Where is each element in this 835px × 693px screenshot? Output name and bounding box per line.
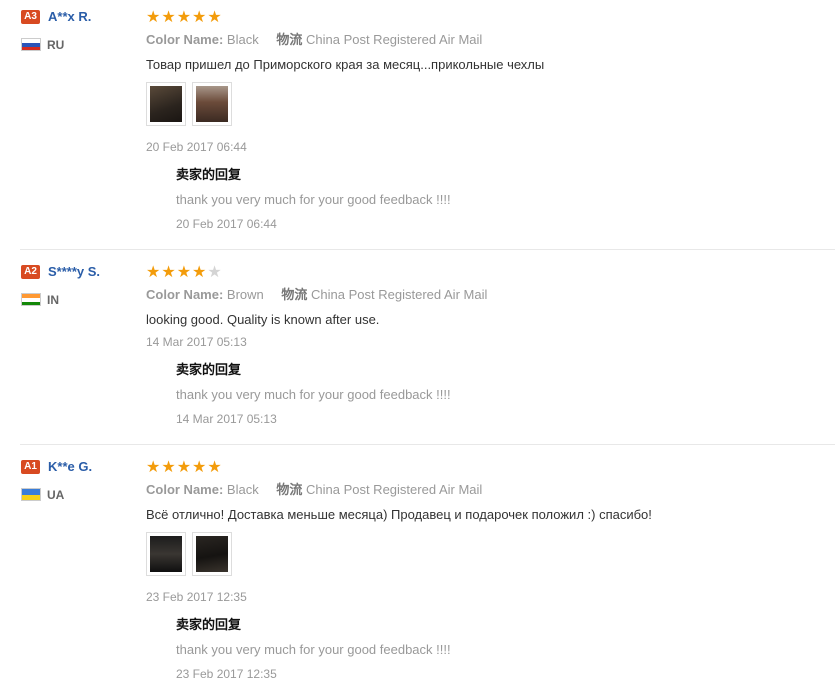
review-date: 20 Feb 2017 06:44 xyxy=(146,140,247,154)
review-photo-thumbnail[interactable] xyxy=(146,532,186,576)
star-rating: ★ ★ ★ ★ ★ xyxy=(146,459,222,475)
buyer-name[interactable]: A**x R. xyxy=(48,9,91,25)
review-photos xyxy=(146,532,232,576)
seller-reply-text: thank you very much for your good feedba… xyxy=(176,192,451,207)
star-filled-icon: ★ xyxy=(192,262,207,281)
star-filled-icon: ★ xyxy=(176,7,192,26)
star-rating: ★ ★ ★ ★ ★ xyxy=(146,9,222,25)
buyer-name[interactable]: S****y S. xyxy=(48,264,100,280)
color-label: Color Name: xyxy=(146,287,224,302)
seller-reply-title: 卖家的回复 xyxy=(176,362,242,377)
order-info: Color Name: Black 物流 China Post Register… xyxy=(146,32,482,48)
shipping-label: 物流 xyxy=(276,482,303,497)
star-filled-icon: ★ xyxy=(146,7,161,26)
shipping-label: 物流 xyxy=(276,32,303,47)
buyer-level-badge: A1 xyxy=(21,460,40,474)
seller-reply-text: thank you very much for your good feedba… xyxy=(176,387,451,402)
review-divider xyxy=(20,444,835,445)
star-filled-icon: ★ xyxy=(207,7,222,26)
order-info: Color Name: Brown 物流 China Post Register… xyxy=(146,287,487,303)
seller-reply-text: thank you very much for your good feedba… xyxy=(176,642,451,657)
color-value: Black xyxy=(226,32,259,47)
seller-reply-date: 23 Feb 2017 12:35 xyxy=(176,667,277,681)
shipping-value: China Post Registered Air Mail xyxy=(311,287,488,302)
buyer-country: RU xyxy=(47,38,65,52)
buyer-level-badge: A2 xyxy=(21,265,40,279)
ukraine-flag-icon xyxy=(21,488,41,501)
review-date: 23 Feb 2017 12:35 xyxy=(146,590,247,604)
seller-reply-title: 卖家的回复 xyxy=(176,617,242,632)
review-photo-thumbnail[interactable] xyxy=(192,532,232,576)
review-text: Всё отлично! Доставка меньше месяца) Про… xyxy=(146,507,652,522)
star-filled-icon: ★ xyxy=(161,457,176,476)
order-info: Color Name: Black 物流 China Post Register… xyxy=(146,482,482,498)
seller-reply-date: 14 Mar 2017 05:13 xyxy=(176,412,277,426)
color-value: Brown xyxy=(226,287,264,302)
buyer-country: UA xyxy=(47,488,65,502)
star-filled-icon: ★ xyxy=(192,7,207,26)
star-filled-icon: ★ xyxy=(146,262,161,281)
star-rating: ★ ★ ★ ★ ★ xyxy=(146,264,222,280)
india-flag-icon xyxy=(21,293,41,306)
review-photos xyxy=(146,82,232,126)
star-filled-icon: ★ xyxy=(146,457,161,476)
shipping-value: China Post Registered Air Mail xyxy=(305,482,483,497)
star-filled-icon: ★ xyxy=(176,457,192,476)
review-divider xyxy=(20,249,835,250)
seller-reply-date: 20 Feb 2017 06:44 xyxy=(176,217,277,231)
russia-flag-icon xyxy=(21,38,41,51)
shipping-label: 物流 xyxy=(281,287,308,302)
review-photo-thumbnail[interactable] xyxy=(192,82,232,126)
buyer-level-badge: A3 xyxy=(21,10,40,24)
review-photo-thumbnail[interactable] xyxy=(146,82,186,126)
seller-reply-title: 卖家的回复 xyxy=(176,167,242,182)
review-text: looking good. Quality is known after use… xyxy=(146,312,380,327)
star-empty-icon: ★ xyxy=(207,262,222,281)
star-filled-icon: ★ xyxy=(176,262,192,281)
buyer-name[interactable]: K**e G. xyxy=(48,459,92,475)
color-label: Color Name: xyxy=(146,32,224,47)
buyer-country: IN xyxy=(47,293,59,307)
star-filled-icon: ★ xyxy=(161,262,176,281)
star-filled-icon: ★ xyxy=(207,457,222,476)
star-filled-icon: ★ xyxy=(161,7,176,26)
review-date: 14 Mar 2017 05:13 xyxy=(146,335,247,349)
review-text: Товар пришел до Приморского края за меся… xyxy=(146,57,545,72)
color-label: Color Name: xyxy=(146,482,224,497)
shipping-value: China Post Registered Air Mail xyxy=(305,32,483,47)
star-filled-icon: ★ xyxy=(192,457,207,476)
color-value: Black xyxy=(226,482,259,497)
